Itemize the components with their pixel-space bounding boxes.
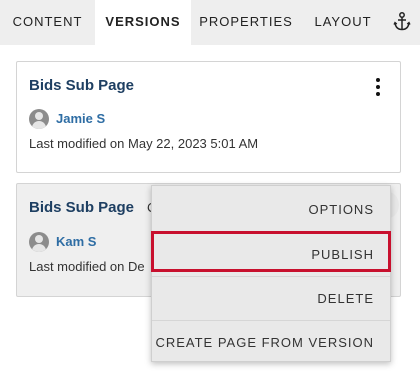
menu-item-publish[interactable]: PUBLISH	[152, 232, 390, 276]
last-modified-text: Last modified on De	[29, 259, 145, 274]
author-link[interactable]: Kam S	[56, 234, 96, 249]
version-card[interactable]: Bids Sub Page Jamie S Last modified on M…	[16, 61, 401, 173]
tab-anchor[interactable]	[385, 0, 420, 45]
author-link[interactable]: Jamie S	[56, 111, 105, 126]
tab-content[interactable]: CONTENT	[0, 0, 95, 45]
last-modified-text: Last modified on May 22, 2023 5:01 AM	[29, 136, 259, 151]
anchor-icon	[393, 12, 411, 31]
menu-item-delete[interactable]: DELETE	[152, 276, 390, 320]
version-title: Bids Sub Page	[29, 199, 135, 216]
version-title: Bids Sub Page	[29, 77, 135, 94]
version-context-menu: OPTIONS PUBLISH DELETE CREATE PAGE FROM …	[151, 185, 391, 362]
tab-properties[interactable]: PROPERTIES	[191, 0, 301, 45]
tab-bar: CONTENT VERSIONS PROPERTIES LAYOUT	[0, 0, 420, 46]
avatar	[29, 109, 49, 129]
avatar	[29, 232, 49, 252]
tab-versions[interactable]: VERSIONS	[95, 0, 191, 46]
menu-item-options[interactable]: OPTIONS	[152, 188, 390, 232]
menu-item-create-page-from-version[interactable]: CREATE PAGE FROM VERSION	[152, 320, 390, 364]
tab-layout[interactable]: LAYOUT	[301, 0, 385, 45]
more-options-icon[interactable]	[372, 77, 384, 97]
versions-panel: CONTENT VERSIONS PROPERTIES LAYOUT Bids …	[0, 0, 420, 388]
